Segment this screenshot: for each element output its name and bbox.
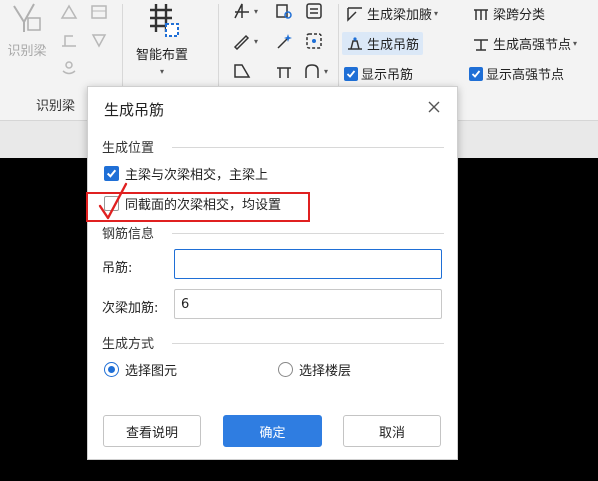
- list-icon: [306, 3, 322, 19]
- ok-button[interactable]: 确定: [223, 415, 322, 447]
- section-divider: [172, 147, 444, 148]
- hanger-input[interactable]: [174, 249, 442, 279]
- secondary-rebar-field-label: 次梁加筋:: [102, 301, 159, 316]
- tool-button-c1[interactable]: [232, 62, 252, 80]
- beam-tool-button-5[interactable]: [60, 60, 78, 76]
- view-help-button[interactable]: 查看说明: [103, 415, 201, 447]
- identify-beam-button[interactable]: 识别梁: [4, 0, 50, 70]
- beam-span-classify-label: 梁跨分类: [493, 8, 546, 23]
- hanger-icon: [348, 36, 362, 50]
- select-frame-icon: [306, 33, 322, 49]
- tool-button-a3[interactable]: [304, 2, 324, 20]
- close-button[interactable]: [424, 97, 444, 117]
- check-icon: [346, 69, 356, 78]
- chevron-down-icon: ▾: [254, 36, 259, 46]
- generate-beam-haunch-button[interactable]: 生成梁加腋 ▾: [346, 4, 438, 23]
- beam-node-icon: [234, 3, 249, 19]
- generate-hanger-label: 生成吊筋: [367, 38, 420, 53]
- radio-select-floor-row[interactable]: 选择楼层: [278, 360, 351, 379]
- chevron-down-icon: ▾: [434, 9, 439, 18]
- ribbon-separator: [338, 4, 339, 90]
- cancel-button[interactable]: 取消: [343, 415, 441, 447]
- smart-layout-button[interactable]: 智能布置 ▾: [128, 0, 196, 86]
- chevron-down-icon: ▾: [254, 6, 259, 16]
- generate-beam-haunch-label: 生成梁加腋: [367, 8, 433, 23]
- close-icon: [428, 101, 440, 113]
- tool-button-c2[interactable]: [274, 62, 294, 80]
- show-high-strength-node-label: 显示高强节点: [486, 68, 565, 83]
- section-divider: [172, 233, 444, 234]
- generate-hanger-dialog: 生成吊筋 生成位置 主梁与次梁相交，主梁上 同截面的次梁相交，均设置 钢筋信息 …: [87, 86, 458, 460]
- show-hanger-checkbox[interactable]: [344, 66, 358, 81]
- smart-layout-dropdown-icon: ▾: [159, 67, 164, 76]
- identify-beam-icon: [13, 3, 41, 32]
- beam-anchor-icon: [62, 61, 76, 75]
- annotation-check-mark-icon: [98, 182, 128, 220]
- check-icon: [471, 69, 481, 78]
- beam-tool-button-3[interactable]: [60, 32, 78, 48]
- generate-hanger-button[interactable]: 生成吊筋: [342, 32, 424, 55]
- haunch-icon: [347, 6, 362, 22]
- beam-link-icon: [276, 4, 292, 19]
- magic-wand-icon: [277, 34, 292, 49]
- tool-button-b3[interactable]: [304, 32, 324, 50]
- beam-copy-icon: [91, 34, 107, 48]
- position-section-title: 生成位置: [102, 141, 155, 156]
- identify-beam-group-label: 识别梁: [36, 99, 76, 114]
- beam-support-icon: [62, 35, 76, 47]
- tool-button-a2[interactable]: [274, 2, 294, 20]
- high-strength-node-icon: [474, 38, 488, 51]
- radio-select-element[interactable]: [104, 362, 119, 377]
- generate-high-strength-node-label: 生成高强节点: [493, 38, 572, 53]
- hanger-field-label: 吊筋:: [102, 261, 133, 276]
- radio-select-element-label: 选择图元: [125, 364, 178, 379]
- beam-section-icon: [234, 64, 251, 78]
- radio-select-element-row[interactable]: 选择图元: [104, 360, 177, 379]
- dialog-title: 生成吊筋: [104, 101, 165, 119]
- tool-button-a1[interactable]: ▾: [232, 2, 258, 20]
- show-hanger-label: 显示吊筋: [361, 68, 414, 83]
- check-icon: [106, 169, 117, 178]
- radio-dot: [108, 366, 115, 373]
- beam-span-classify-button[interactable]: 梁跨分类: [472, 4, 545, 23]
- beam-tool-button-1[interactable]: [60, 4, 78, 20]
- secondary-rebar-input[interactable]: [174, 289, 442, 319]
- radio-select-floor[interactable]: [278, 362, 293, 377]
- option-main-secondary-label: 主梁与次梁相交，主梁上: [125, 168, 269, 183]
- radio-select-floor-label: 选择楼层: [299, 364, 352, 379]
- hook-icon: [305, 64, 319, 78]
- generate-high-strength-node-button[interactable]: 生成高强节点 ▾: [472, 34, 577, 53]
- smart-layout-icon: [150, 4, 179, 37]
- tool-button-c3[interactable]: ▾: [302, 62, 328, 80]
- span-classify-icon: [474, 8, 488, 20]
- show-hanger-toggle[interactable]: 显示吊筋: [344, 64, 413, 83]
- beam-edit-icon: [60, 4, 78, 19]
- chevron-down-icon: ▾: [324, 66, 329, 76]
- smart-layout-label: 智能布置: [135, 48, 188, 63]
- method-section-title: 生成方式: [102, 337, 155, 352]
- beam-table-icon: [91, 5, 107, 19]
- tool-button-b1[interactable]: ▾: [232, 32, 258, 50]
- tool-button-b2[interactable]: [274, 32, 294, 50]
- show-high-strength-node-toggle[interactable]: 显示高强节点: [469, 64, 564, 83]
- chevron-down-icon: ▾: [573, 39, 578, 48]
- option-main-secondary-checkbox[interactable]: [104, 166, 119, 181]
- identify-beam-label: 识别梁: [7, 44, 47, 59]
- beam-tool-button-2[interactable]: [90, 4, 108, 20]
- rebar-section-title: 钢筋信息: [102, 227, 155, 242]
- pen-edit-icon: [233, 34, 250, 50]
- beam-tool-button-4[interactable]: [90, 32, 108, 48]
- section-divider: [172, 343, 444, 344]
- show-high-strength-node-checkbox[interactable]: [469, 66, 483, 81]
- column-cap-icon: [277, 67, 291, 78]
